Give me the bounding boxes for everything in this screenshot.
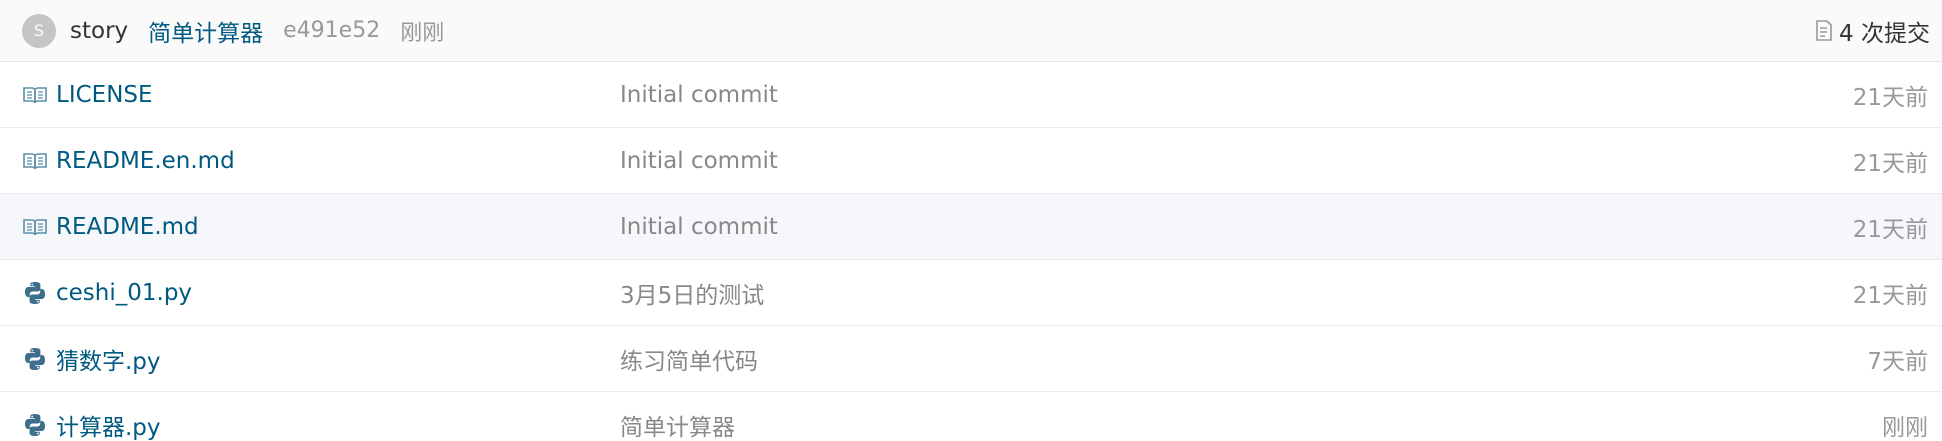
file-row[interactable]: ceshi_01.py 3月5日的测试 21天前 xyxy=(0,260,1942,326)
python-icon xyxy=(22,412,48,438)
file-commit-message[interactable]: 简单计算器 xyxy=(620,408,1882,441)
commit-hash[interactable]: e491e52 xyxy=(283,18,380,43)
file-row[interactable]: 计算器.py 简单计算器 刚刚 xyxy=(0,392,1942,441)
file-name-link[interactable]: README.md xyxy=(56,214,620,240)
commit-author[interactable]: story xyxy=(70,18,128,44)
file-row[interactable]: 猜数字.py 练习简单代码 7天前 xyxy=(0,326,1942,392)
history-icon xyxy=(1815,19,1833,42)
file-name-link[interactable]: 猜数字.py xyxy=(56,342,620,376)
file-updated-time: 21天前 xyxy=(1852,84,1928,111)
file-row[interactable]: README.en.md Initial commit 21天前 xyxy=(0,128,1942,194)
file-name-link[interactable]: ceshi_01.py xyxy=(56,280,620,306)
latest-commit-bar: S story 简单计算器 e491e52 刚刚 4 次提交 xyxy=(0,0,1942,62)
commit-count-label: 4 次提交 xyxy=(1839,20,1930,47)
file-name-link[interactable]: 计算器.py xyxy=(56,408,620,441)
file-updated-time: 21天前 xyxy=(1852,150,1928,177)
commit-count-link[interactable]: 4 次提交 xyxy=(1815,14,1930,48)
python-icon xyxy=(22,280,48,306)
book-icon xyxy=(22,82,48,108)
file-updated-time: 7天前 xyxy=(1867,348,1928,375)
repo-file-list: S story 简单计算器 e491e52 刚刚 4 次提交 LICENSE I xyxy=(0,0,1942,441)
book-icon xyxy=(22,214,48,240)
book-icon xyxy=(22,148,48,174)
file-commit-message[interactable]: 练习简单代码 xyxy=(620,342,1867,376)
python-icon xyxy=(22,346,48,372)
file-updated-time: 刚刚 xyxy=(1882,414,1928,441)
file-name-link[interactable]: LICENSE xyxy=(56,82,620,108)
file-commit-message[interactable]: Initial commit xyxy=(620,82,1853,108)
file-row[interactable]: README.md Initial commit 21天前 xyxy=(0,194,1942,260)
commit-time: 刚刚 xyxy=(400,20,445,46)
file-updated-time: 21天前 xyxy=(1852,216,1928,243)
avatar[interactable]: S xyxy=(22,13,56,48)
commit-message[interactable]: 简单计算器 xyxy=(148,14,263,48)
file-updated-time: 21天前 xyxy=(1852,282,1928,309)
file-commit-message[interactable]: 3月5日的测试 xyxy=(620,276,1853,310)
file-commit-message[interactable]: Initial commit xyxy=(620,214,1853,240)
file-name-link[interactable]: README.en.md xyxy=(56,148,620,174)
file-row[interactable]: LICENSE Initial commit 21天前 xyxy=(0,62,1942,128)
file-commit-message[interactable]: Initial commit xyxy=(620,148,1853,174)
